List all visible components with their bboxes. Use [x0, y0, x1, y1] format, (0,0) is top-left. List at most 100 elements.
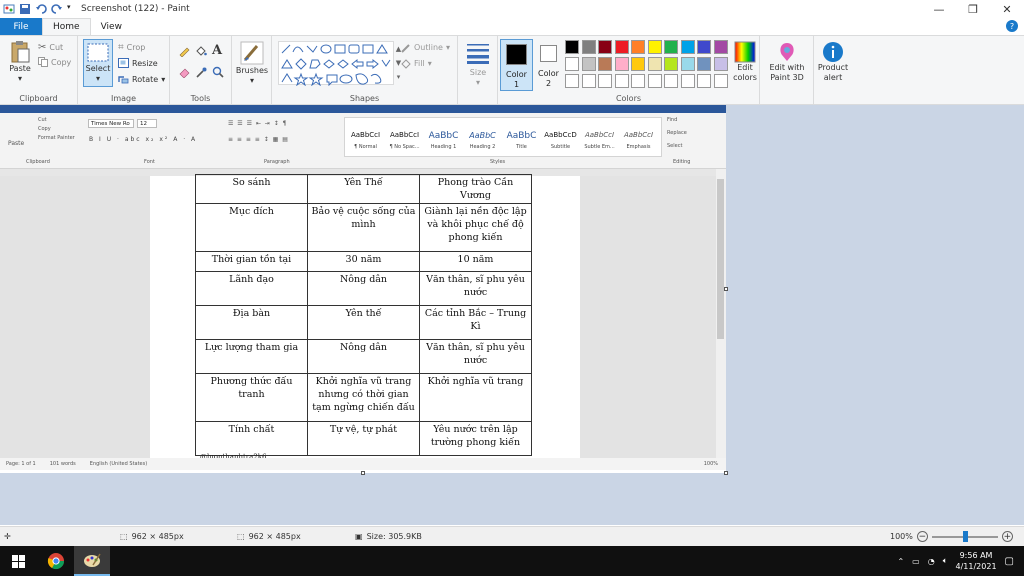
volume-icon[interactable]: 🔈︎: [943, 556, 948, 566]
canvas-resize-handle-right[interactable]: [724, 287, 728, 291]
eraser-icon[interactable]: [178, 66, 190, 78]
copy-button[interactable]: Copy: [38, 57, 71, 67]
select-button[interactable]: Select ▾: [83, 39, 113, 87]
selection-icon: ⬚: [120, 532, 128, 541]
rotate-dropdown-icon: ▾: [161, 74, 166, 84]
resize-icon: [118, 58, 129, 68]
save-icon[interactable]: [19, 3, 31, 15]
table-cell: Tự vệ, tự phát: [307, 421, 420, 456]
shapes-label: Shapes: [349, 94, 380, 103]
undo-icon[interactable]: [35, 3, 47, 15]
word-style-sample: AaBbCcI: [584, 131, 615, 139]
word-copy-label: Copy: [38, 126, 51, 132]
word-style-sample: AaBbCcD: [544, 131, 577, 139]
outline-dropdown-icon: ▾: [445, 43, 450, 52]
canvas-resize-handle-corner[interactable]: [724, 471, 728, 475]
line-size-icon: [467, 44, 489, 64]
table-cell: Nông dân: [307, 339, 420, 374]
tab-home[interactable]: Home: [42, 18, 91, 35]
outline-button[interactable]: Outline ▾: [400, 42, 450, 53]
word-style-name: Heading 2: [469, 144, 496, 150]
battery-icon[interactable]: ▭: [912, 557, 920, 566]
chrome-icon[interactable]: [38, 546, 74, 576]
word-style-sample: AaBbC: [428, 131, 459, 141]
table-cell: Văn thân, sĩ phu yêu nước: [419, 271, 532, 306]
selection-size-item: ⬚ 962 × 485px: [120, 532, 184, 541]
word-paragraph-label: Paragraph: [264, 159, 290, 165]
tab-file[interactable]: File: [0, 18, 42, 35]
paste-button[interactable]: Paste ▾: [5, 40, 35, 84]
zoom-in-button[interactable]: +: [1001, 531, 1013, 542]
system-tray: ⌃ ▭ ◔ 🔈︎ 9:56 AM 4/11/2021 ▢: [897, 546, 1014, 576]
clipboard-group: Paste ▾ ✂ Cut Copy Clipboard: [0, 36, 78, 105]
crop-button[interactable]: ⌗ Crop: [118, 42, 145, 53]
brushes-button[interactable]: Brushes ▾: [234, 40, 270, 86]
clock[interactable]: 9:56 AM 4/11/2021: [956, 550, 997, 572]
shapes-gallery[interactable]: ▲ ▼ ▾: [278, 41, 401, 87]
table-cell: Phương thức đấu tranh: [195, 373, 308, 422]
color-wheel-icon: [734, 41, 756, 63]
word-paste-label: Paste: [8, 140, 25, 147]
word-style-sample: AaBbC: [469, 131, 496, 140]
word-document-area: So sánh Yên Thế Phong trào Cần Vương Mục đí…: [0, 174, 716, 461]
help-icon[interactable]: ?: [1006, 20, 1018, 32]
show-hidden-icons-icon[interactable]: ⌃: [897, 557, 904, 566]
zoom-out-button[interactable]: −: [916, 531, 928, 542]
image-size-item: ⬚ 962 × 485px: [237, 532, 301, 541]
word-font-label: Font: [144, 159, 155, 165]
close-button[interactable]: ✕: [990, 0, 1024, 18]
tab-view[interactable]: View: [91, 18, 132, 35]
table-cell: 30 năm: [307, 251, 420, 272]
word-style-name: Subtitle: [550, 144, 571, 150]
word-style-name: ¶ No Spac...: [389, 144, 420, 150]
canvas-workspace[interactable]: Paste Cut Copy Format Painter Times New …: [0, 105, 1024, 525]
wifi-icon[interactable]: ◔: [928, 557, 935, 566]
image-group: Select ▾ ⌗ Crop Resize Rotate ▾ Image: [78, 36, 170, 105]
edit-with-paint3d-button[interactable]: Edit with Paint 3D: [764, 41, 810, 83]
table-row: Thời gian tồn tại 30 năm 10 năm: [195, 251, 532, 272]
word-language: English (United States): [89, 461, 148, 467]
fill-button[interactable]: Fill ▾: [400, 58, 432, 69]
resize-button[interactable]: Resize: [118, 58, 158, 68]
clock-date: 4/11/2021: [955, 562, 997, 571]
canvas-resize-handle-bottom[interactable]: [361, 471, 365, 475]
table-cell: Nông dân: [307, 271, 420, 306]
table-cell: So sánh: [195, 174, 308, 204]
product-alert-button[interactable]: Product alert: [816, 41, 850, 83]
color-picker-icon[interactable]: [195, 66, 207, 78]
table-cell: 10 năm: [419, 251, 532, 272]
windows-start-icon[interactable]: [0, 546, 36, 576]
table-cell: Yên thế: [307, 305, 420, 340]
text-tool-icon[interactable]: A: [212, 43, 222, 58]
magnifier-icon[interactable]: [212, 66, 224, 78]
paste-dropdown-icon: ▾: [17, 74, 22, 83]
size-button[interactable]: Size ▾: [461, 42, 495, 88]
table-cell: Thời gian tồn tại: [195, 251, 308, 272]
notifications-icon[interactable]: ▢: [1005, 556, 1014, 567]
paint3d-icon: [780, 43, 794, 61]
maximize-button[interactable]: ❐: [956, 0, 990, 18]
zoom-slider-thumb[interactable]: [962, 530, 968, 542]
word-ribbon: Paste Cut Copy Format Painter Times New …: [0, 113, 726, 169]
title-bar: ▾ Screenshot (122) - Paint — ❐ ✕: [0, 0, 1024, 18]
table-row: Mục đích Bảo vệ cuộc sống của mình Giành l…: [195, 203, 532, 252]
table-cell: Phong trào Cần Vương: [419, 174, 532, 204]
paint-taskbar-icon[interactable]: [74, 546, 110, 576]
pencil-icon[interactable]: [178, 45, 190, 57]
ribbon: Paste ▾ ✂ Cut Copy Clipboard Select ▾ ⌗ …: [0, 35, 1024, 105]
shapes-gallery-icons: [281, 44, 391, 87]
brushes-dropdown-icon: ▾: [249, 76, 254, 85]
zoom-slider[interactable]: [931, 530, 998, 542]
cut-button[interactable]: ✂ Cut: [38, 42, 63, 53]
rotate-button[interactable]: Rotate ▾: [118, 74, 165, 84]
redo-icon[interactable]: [51, 3, 63, 15]
image-canvas[interactable]: Paste Cut Copy Format Painter Times New …: [0, 105, 726, 473]
table-cell: Giành lại nền độc lập và khôi phục chế đ…: [419, 203, 532, 252]
minimize-button[interactable]: —: [922, 0, 956, 18]
fill-bucket-icon[interactable]: [195, 45, 207, 57]
edit-colors-button[interactable]: Edit colors: [730, 41, 760, 83]
customize-dropdown-icon[interactable]: ▾: [67, 3, 75, 15]
word-cut-label: Cut: [38, 117, 47, 123]
table-row: So sánh Yên Thế Phong trào Cần Vương: [195, 174, 532, 204]
word-style-sample: AaBbCcI: [623, 131, 654, 139]
